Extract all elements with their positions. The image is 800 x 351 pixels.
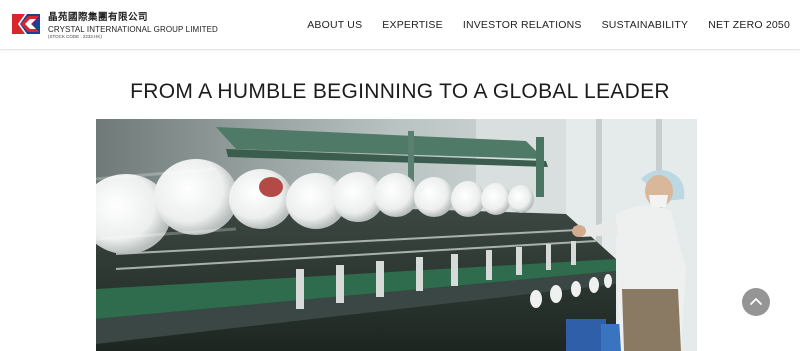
crystal-logo-icon <box>12 14 40 34</box>
brand-logo[interactable]: 晶苑國際集團有限公司 CRYSTAL INTERNATIONAL GROUP L… <box>12 12 218 42</box>
nav-item-sustainability[interactable]: SUSTAINABILITY <box>602 19 689 31</box>
stock-code: (STOCK CODE : 2232.HK) <box>48 34 102 39</box>
hero-image <box>96 119 697 351</box>
main-nav: ABOUT US EXPERTISE INVESTOR RELATIONS SU… <box>287 0 790 50</box>
chevron-up-icon <box>750 298 762 305</box>
nav-item-net-zero-2050[interactable]: NET ZERO 2050 <box>708 19 790 31</box>
page-title: FROM A HUMBLE BEGINNING TO A GLOBAL LEAD… <box>130 80 670 103</box>
scroll-to-top-button[interactable] <box>742 288 770 316</box>
nav-item-investor-relations[interactable]: INVESTOR RELATIONS <box>463 19 582 31</box>
nav-item-about-us[interactable]: ABOUT US <box>307 19 362 31</box>
brand-name-en: CRYSTAL INTERNATIONAL GROUP LIMITED <box>48 25 218 34</box>
brand-text: 晶苑國際集團有限公司 CRYSTAL INTERNATIONAL GROUP L… <box>48 12 218 40</box>
brand-name-cn: 晶苑國際集團有限公司 <box>48 12 149 23</box>
nav-item-expertise[interactable]: EXPERTISE <box>382 19 443 31</box>
site-header: 晶苑國際集團有限公司 CRYSTAL INTERNATIONAL GROUP L… <box>0 0 800 50</box>
